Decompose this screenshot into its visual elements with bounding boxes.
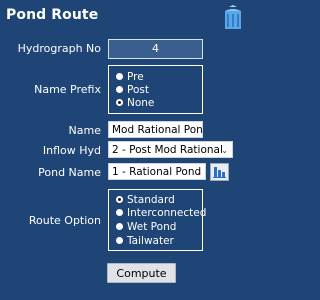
water-tank-icon bbox=[225, 5, 241, 29]
name-prefix-label: Name Prefix bbox=[34, 83, 101, 96]
name-input[interactable]: Mod Rational Pond bbox=[108, 121, 203, 138]
radio-prefix-none[interactable]: None bbox=[116, 97, 154, 109]
radio-selected-icon bbox=[116, 98, 123, 106]
radio-selected-icon bbox=[116, 195, 123, 203]
radio-route-standard[interactable]: Standard bbox=[116, 194, 175, 206]
name-label: Name bbox=[68, 124, 101, 137]
radio-icon bbox=[116, 72, 123, 80]
radio-prefix-post[interactable]: Post bbox=[116, 84, 149, 96]
radio-route-wet-pond[interactable]: Wet Pond bbox=[116, 221, 176, 233]
hydrograph-no-field[interactable]: 4 bbox=[108, 39, 203, 59]
radio-icon bbox=[116, 208, 123, 216]
pond-chart-button[interactable] bbox=[210, 163, 229, 181]
pond-name-label: Pond Name bbox=[38, 166, 101, 179]
compute-button[interactable]: Compute bbox=[107, 263, 176, 283]
inflow-hyd-label: Inflow Hyd bbox=[42, 144, 101, 157]
chevron-down-icon: ⌄ bbox=[194, 168, 201, 177]
panel-title: Pond Route bbox=[6, 7, 99, 23]
radio-prefix-pre[interactable]: Pre bbox=[116, 71, 144, 83]
radio-icon bbox=[116, 222, 123, 230]
pond-name-select[interactable]: 1 - Rational Pond ⌄ bbox=[108, 163, 206, 180]
hydrograph-no-label: Hydrograph No bbox=[17, 42, 101, 55]
radio-route-tailwater[interactable]: Tailwater bbox=[116, 235, 174, 247]
inflow-hyd-select[interactable]: 2 - Post Mod Rational ⌄ bbox=[108, 141, 233, 158]
radio-icon bbox=[116, 236, 123, 244]
chevron-down-icon: ⌄ bbox=[221, 146, 228, 155]
name-prefix-group: Pre Post None bbox=[108, 65, 203, 114]
route-option-label: Route Option bbox=[28, 214, 101, 227]
bar-chart-icon bbox=[213, 167, 226, 178]
route-option-group: Standard Interconnected Wet Pond Tailwat… bbox=[108, 189, 206, 251]
radio-icon bbox=[116, 85, 123, 93]
radio-route-interconnected[interactable]: Interconnected bbox=[116, 207, 206, 219]
